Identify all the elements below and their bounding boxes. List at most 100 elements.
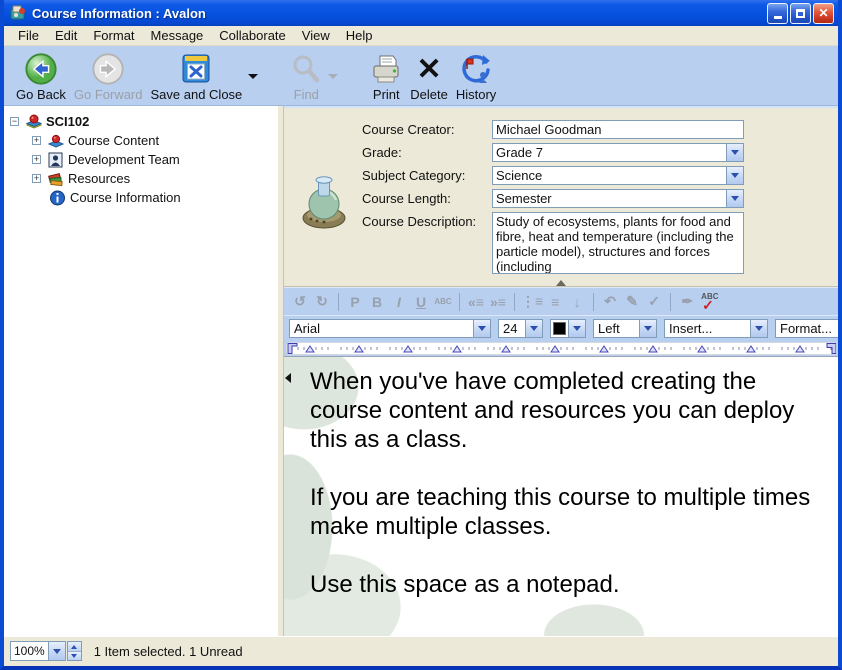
chevron-down-icon (328, 74, 338, 79)
font-size-select[interactable]: 24 (498, 319, 543, 338)
find-label: Find (294, 87, 319, 102)
print-button[interactable]: Print (366, 50, 406, 102)
editor-text: When you've have completed creating the … (284, 357, 838, 599)
chevron-down-icon[interactable] (726, 190, 743, 207)
zoom-value: 100% (11, 644, 48, 658)
redo-icon[interactable]: ↻ (312, 292, 332, 312)
tree-item-sci102[interactable]: − SCI102 (10, 112, 278, 131)
chevron-down-icon[interactable] (726, 144, 743, 161)
chevron-down-icon[interactable] (48, 642, 65, 660)
course-description-label: Course Description: (362, 212, 492, 229)
revert-icon[interactable]: ↶ (600, 292, 620, 312)
insert-select[interactable]: Insert... (664, 319, 768, 338)
menu-format[interactable]: Format (85, 26, 142, 45)
insert-marker-icon[interactable]: ↓ (567, 292, 587, 312)
menu-file[interactable]: File (10, 26, 47, 45)
plain-style-icon[interactable]: P (345, 292, 365, 312)
separator (514, 293, 515, 311)
find-button[interactable]: Find (286, 50, 326, 102)
delete-label: Delete (410, 87, 448, 102)
delete-button[interactable]: ✕ Delete (406, 50, 452, 102)
chevron-down-icon[interactable] (639, 320, 656, 337)
save-and-close-button[interactable]: Save and Close (147, 50, 247, 102)
chevron-down-icon[interactable] (726, 167, 743, 184)
font-color-select[interactable] (550, 319, 586, 338)
indent-icon[interactable]: »≡ (488, 292, 508, 312)
tree-item-label: Resources (68, 171, 130, 186)
menu-help[interactable]: Help (338, 26, 381, 45)
insert-value: Insert... (665, 321, 750, 336)
tree-item-development-team[interactable]: + Development Team (32, 150, 278, 169)
go-forward-button[interactable]: Go Forward (70, 50, 147, 102)
spellcheck-button[interactable]: ABC ✓ (699, 292, 721, 312)
save-dropdown-button[interactable] (246, 50, 260, 102)
editor-paragraph: When you've have completed creating the … (310, 367, 832, 454)
collapse-up-icon (556, 280, 566, 286)
grade-select[interactable]: Grade 7 (492, 143, 744, 162)
grade-value: Grade 7 (493, 145, 726, 160)
align-value: Left (594, 321, 639, 336)
form-editor-splitter[interactable] (284, 280, 838, 287)
tree-item-resources[interactable]: + Resources (32, 169, 278, 188)
chevron-down-icon[interactable] (473, 320, 490, 337)
course-description-input[interactable]: Study of ecosystems, plants for food and… (492, 212, 744, 274)
align-select[interactable]: Left (593, 319, 657, 338)
chevron-down-icon[interactable] (525, 320, 542, 337)
chevron-down-icon[interactable] (568, 320, 585, 337)
menu-collaborate[interactable]: Collaborate (211, 26, 294, 45)
bullet-list-icon[interactable]: ⋮≡ (521, 292, 543, 312)
chevron-down-icon[interactable] (750, 320, 767, 337)
history-button[interactable]: History (452, 50, 500, 102)
maximize-button[interactable] (790, 3, 811, 24)
notes-editor[interactable]: When you've have completed creating the … (284, 356, 838, 636)
italic-icon[interactable]: I (389, 292, 409, 312)
collapse-left-icon[interactable] (285, 373, 291, 383)
course-length-label: Course Length: (362, 189, 492, 206)
pencil-icon[interactable]: ✎ (622, 292, 642, 312)
save-and-close-label: Save and Close (151, 87, 243, 102)
history-label: History (456, 87, 496, 102)
brush-icon[interactable]: ✓ (644, 292, 664, 312)
minimize-button[interactable] (767, 3, 788, 24)
collapse-expander-icon[interactable]: − (10, 117, 19, 126)
outdent-icon[interactable]: «≡ (466, 292, 486, 312)
underline-icon[interactable]: U (411, 292, 431, 312)
signature-icon[interactable]: ✒ (677, 292, 697, 312)
ruler[interactable] (284, 340, 838, 356)
zoom-control[interactable]: 100% (10, 641, 66, 661)
spin-down-icon[interactable] (68, 651, 81, 660)
tree-item-label: SCI102 (46, 114, 89, 129)
tree-item-course-content[interactable]: + Course Content (32, 131, 278, 150)
separator (670, 293, 671, 311)
zoom-spinner[interactable] (67, 641, 82, 661)
history-icon (459, 53, 493, 85)
go-back-button[interactable]: Go Back (12, 50, 70, 102)
tree-item-course-information[interactable]: Course Information (32, 188, 278, 207)
spin-up-icon[interactable] (68, 642, 81, 651)
subject-category-value: Science (493, 168, 726, 183)
expand-expander-icon[interactable]: + (32, 136, 41, 145)
menu-edit[interactable]: Edit (47, 26, 85, 45)
subject-category-select[interactable]: Science (492, 166, 744, 185)
menu-message[interactable]: Message (143, 26, 212, 45)
course-creator-input[interactable] (492, 120, 744, 139)
expand-expander-icon[interactable]: + (32, 174, 41, 183)
find-icon (290, 53, 322, 85)
font-family-select[interactable]: Arial (289, 319, 491, 338)
close-button[interactable]: ✕ (813, 3, 834, 24)
ruler-scale (286, 342, 836, 355)
separator (593, 293, 594, 311)
find-dropdown-button[interactable] (326, 50, 340, 102)
undo-icon[interactable]: ↺ (290, 292, 310, 312)
course-length-select[interactable]: Semester (492, 189, 744, 208)
superscript-icon[interactable]: ABC (433, 292, 453, 312)
expand-expander-icon[interactable]: + (32, 155, 41, 164)
development-team-icon (47, 152, 64, 168)
format-select[interactable]: Format... (775, 319, 838, 338)
menu-view[interactable]: View (294, 26, 338, 45)
tree-item-label: Development Team (68, 152, 180, 167)
minimize-icon (774, 16, 782, 19)
numbered-list-icon[interactable]: ≡ (545, 292, 565, 312)
status-bar: 100% 1 Item selected. 1 Unread (4, 636, 838, 665)
bold-icon[interactable]: B (367, 292, 387, 312)
